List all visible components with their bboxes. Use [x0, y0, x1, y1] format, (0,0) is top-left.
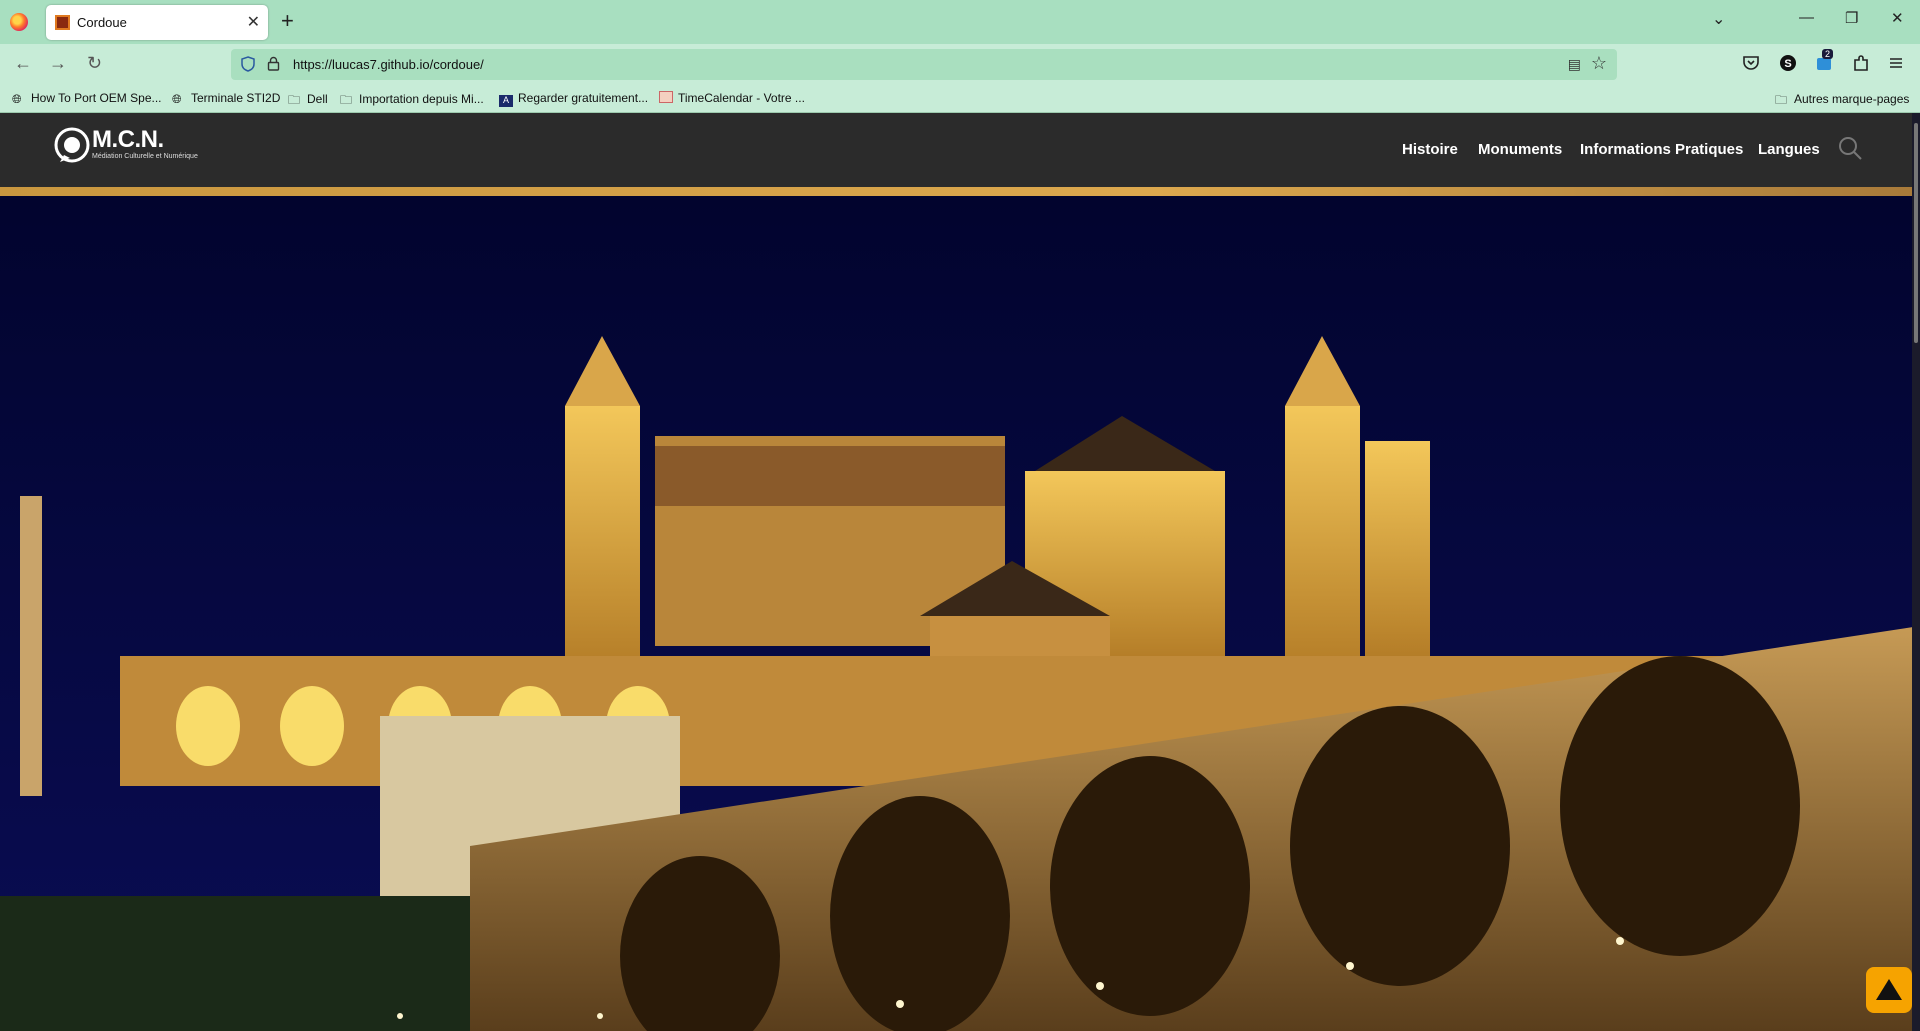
globe-icon: 🌐︎	[172, 92, 182, 106]
bookmark-star-icon[interactable]: ☆	[1591, 53, 1607, 74]
site-header: M.C.N. Médiation Culturelle et Numérique…	[0, 113, 1920, 187]
mezquita-night-illustration	[0, 196, 1920, 1031]
extension-badge: 2	[1822, 49, 1834, 59]
nav-monuments[interactable]: Monuments	[1478, 141, 1562, 158]
bookmarks-toolbar: 🌐︎ How To Port OEM Spe... 🌐︎ Terminale STI…	[0, 85, 1920, 113]
hamburger-menu-icon[interactable]	[1886, 53, 1906, 73]
forward-icon[interactable]: →	[49, 53, 67, 74]
close-tab-icon[interactable]: ✕	[247, 12, 260, 32]
shield-icon[interactable]	[241, 56, 255, 72]
account-icon[interactable]: S	[1778, 53, 1798, 73]
search-icon[interactable]	[1837, 135, 1863, 161]
extensions-puzzle-icon[interactable]	[1851, 53, 1871, 73]
folder-icon: 🗀	[340, 93, 353, 107]
nav-informations-pratiques[interactable]: Informations Pratiques	[1580, 141, 1743, 158]
folder-icon: 🗀	[1775, 93, 1788, 107]
logo-icon[interactable]	[52, 125, 92, 165]
folder-icon: 🗀	[288, 93, 301, 107]
restore-icon[interactable]: ❐	[1845, 9, 1858, 27]
chevron-down-icon[interactable]: ⌄	[1712, 9, 1725, 29]
tab-bar: Cordoue ✕ + ⌄ — ❐ ✕	[0, 0, 1920, 44]
bookmark-item[interactable]: 🌐︎ Terminale STI2D	[172, 91, 280, 106]
globe-icon: 🌐︎	[12, 92, 22, 106]
hero-image	[0, 196, 1920, 1031]
header-accent-line	[0, 187, 1920, 196]
arrow-up-icon	[1876, 979, 1902, 1000]
lock-icon[interactable]	[267, 56, 280, 71]
site-icon: A	[499, 95, 513, 107]
bookmark-folder[interactable]: 🗀 Dell	[288, 91, 328, 107]
url-text[interactable]: https://luucas7.github.io/cordoue/	[293, 57, 484, 72]
calendar-icon	[659, 91, 673, 103]
other-bookmarks[interactable]: 🗀 Autres marque-pages	[1775, 91, 1909, 107]
bookmark-item[interactable]: A Regarder gratuitement...	[499, 91, 648, 107]
back-icon[interactable]: ←	[14, 53, 32, 74]
nav-histoire[interactable]: Histoire	[1402, 141, 1458, 158]
svg-text:S: S	[1784, 58, 1791, 70]
firefox-icon[interactable]	[10, 13, 28, 31]
scrollbar-thumb[interactable]	[1914, 123, 1918, 343]
reload-icon[interactable]: ↻	[87, 53, 102, 74]
navigation-bar: ← → ↻ https://luucas7.github.io/cordoue/…	[0, 44, 1920, 85]
site-logo-name[interactable]: M.C.N.	[92, 126, 164, 154]
web-page: M.C.N. Médiation Culturelle et Numérique…	[0, 113, 1920, 1031]
close-window-icon[interactable]: ✕	[1891, 9, 1904, 27]
url-bar[interactable]: https://luucas7.github.io/cordoue/ ▤ ☆	[231, 49, 1617, 80]
pocket-icon[interactable]	[1741, 53, 1761, 73]
new-tab-icon[interactable]: +	[281, 8, 294, 34]
bookmark-folder[interactable]: 🗀 Importation depuis Mi...	[340, 91, 484, 107]
site-logo-tagline: Médiation Culturelle et Numérique	[92, 153, 198, 160]
bookmark-item[interactable]: 🌐︎ How To Port OEM Spe...	[12, 91, 162, 106]
nav-langues[interactable]: Langues	[1758, 141, 1820, 158]
favicon-icon	[55, 15, 70, 30]
reader-view-icon[interactable]: ▤	[1568, 56, 1581, 73]
tab-cordoue[interactable]: Cordoue ✕	[46, 5, 268, 40]
minimize-icon[interactable]: —	[1799, 9, 1814, 26]
tab-title: Cordoue	[77, 15, 127, 30]
bookmark-item[interactable]: TimeCalendar - Votre ...	[659, 91, 805, 105]
scroll-to-top-button[interactable]	[1866, 967, 1912, 1013]
